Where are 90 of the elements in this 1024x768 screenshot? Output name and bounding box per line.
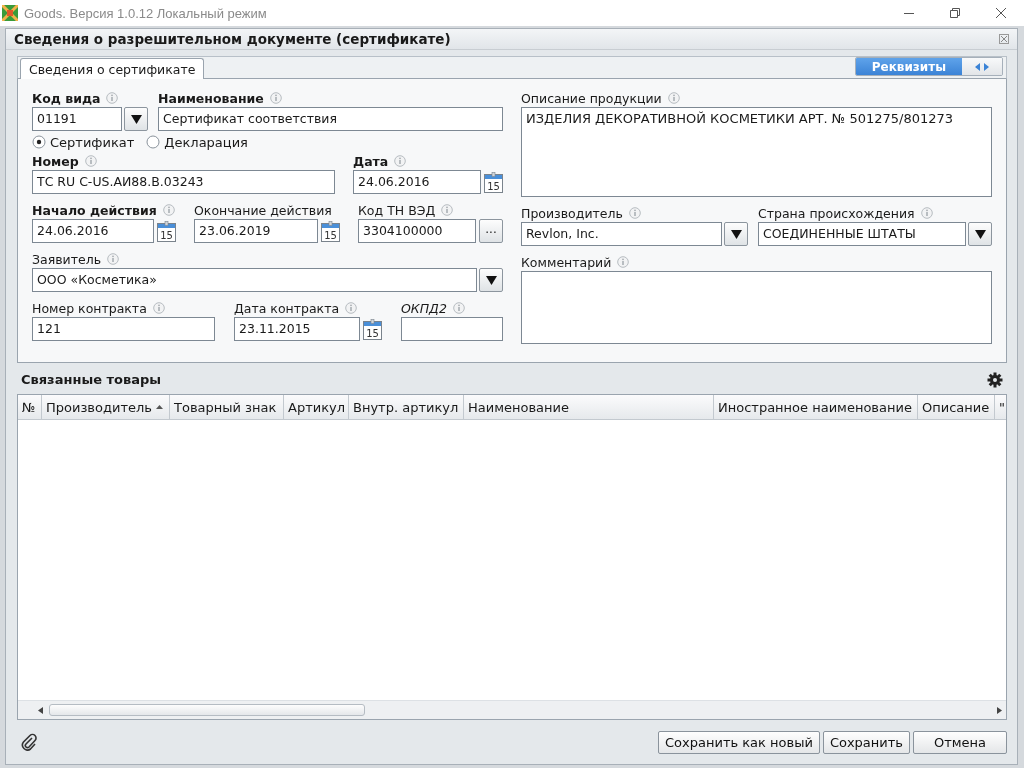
dropdown-arrow-icon — [730, 229, 742, 239]
radio-option[interactable]: Сертификат — [32, 134, 135, 150]
field-label: Наименование — [158, 90, 264, 106]
field-label: Комментарий — [521, 254, 612, 270]
info-icon[interactable] — [152, 302, 165, 314]
close-icon — [996, 8, 1006, 18]
lookup-button[interactable]: ... — [479, 219, 503, 243]
section-title: Связанные товары — [21, 372, 162, 387]
scrollbar-thumb[interactable] — [49, 704, 365, 716]
scroll-right-icon[interactable] — [997, 706, 1002, 714]
info-icon[interactable] — [441, 204, 454, 216]
column-header[interactable]: " — [995, 395, 1006, 419]
column-header[interactable]: № — [18, 395, 42, 419]
input-field[interactable]: 121 — [32, 317, 215, 341]
dropdown-arrow-icon — [974, 229, 986, 239]
close-icon[interactable] — [999, 34, 1009, 44]
field-label: Заявитель — [32, 251, 101, 267]
settings-icon[interactable] — [987, 371, 1003, 388]
field-label: Дата — [353, 153, 389, 169]
calendar-icon[interactable]: 15 — [321, 220, 340, 242]
input-field[interactable]: Revlon, Inc. — [521, 222, 722, 246]
info-icon[interactable] — [269, 92, 282, 104]
field-label: Номер контракта — [32, 300, 147, 316]
info-icon[interactable] — [617, 256, 630, 268]
field-label: Производитель — [521, 205, 623, 221]
input-field[interactable] — [401, 317, 503, 341]
info-icon[interactable] — [394, 155, 407, 167]
radio-icon[interactable] — [32, 135, 46, 149]
info-icon[interactable] — [452, 302, 465, 314]
app-logo-icon — [2, 5, 18, 21]
input-field[interactable]: ООО «Косметика» — [32, 268, 477, 292]
view-toggle-button[interactable] — [962, 58, 1002, 75]
column-header[interactable]: Артикул — [284, 395, 349, 419]
input-field[interactable]: 23.11.2015 — [234, 317, 360, 341]
input-field[interactable]: Сертификат соответствия — [158, 107, 503, 131]
input-field[interactable]: 01191 — [32, 107, 122, 131]
paperclip-icon[interactable] — [21, 733, 37, 751]
app-title: Goods. Версия 1.0.12 Локальный режим — [24, 5, 268, 21]
column-header[interactable]: Описание — [918, 395, 995, 419]
dialog-button[interactable]: Отмена — [913, 730, 1007, 754]
sort-ascending-icon — [155, 405, 163, 409]
calendar-icon[interactable]: 15 — [484, 171, 503, 193]
info-icon[interactable] — [345, 302, 358, 314]
column-header[interactable]: Внутр. артикул — [349, 395, 464, 419]
dropdown-arrow-icon — [130, 114, 142, 124]
dropdown-button[interactable] — [124, 107, 148, 131]
field-label: Описание продукции — [521, 90, 662, 106]
restore-icon — [950, 8, 960, 18]
radio-option[interactable]: Декларация — [146, 134, 248, 150]
column-header[interactable]: Производитель — [42, 395, 170, 419]
calendar-icon[interactable]: 15 — [157, 220, 176, 242]
field-label: Код вида — [32, 90, 101, 106]
dialog-title: Сведения о разрешительном документе (сертификате) — [14, 31, 452, 47]
info-icon[interactable] — [628, 207, 641, 219]
horizontal-scrollbar[interactable] — [18, 700, 1006, 719]
info-icon[interactable] — [920, 207, 933, 219]
column-header[interactable]: Товарный знак — [170, 395, 284, 419]
radio-icon[interactable] — [146, 135, 161, 149]
column-header[interactable]: Наименование — [464, 395, 714, 419]
dropdown-button[interactable] — [479, 268, 503, 292]
text-area[interactable]: ИЗДЕЛИЯ ДЕКОРАТИВНОЙ КОСМЕТИКИ АРТ. № 501275/801273 — [521, 107, 992, 197]
scroll-left-icon[interactable] — [38, 706, 43, 714]
field-label: Код ТН ВЭД — [358, 202, 436, 218]
dropdown-button[interactable] — [968, 222, 992, 246]
input-field[interactable]: СОЕДИНЕННЫЕ ШТАТЫ — [758, 222, 966, 246]
field-label: ОКПД2 — [401, 300, 447, 316]
info-icon[interactable] — [106, 92, 119, 104]
dialog-button[interactable]: Сохранить — [822, 730, 910, 754]
input-field[interactable]: 3304100000 — [358, 219, 476, 243]
text-area[interactable] — [521, 271, 992, 344]
tab[interactable]: Сведения о сертификате — [20, 58, 205, 79]
field-label: Страна происхождения — [758, 205, 915, 221]
dropdown-button[interactable] — [724, 222, 748, 246]
field-label: Начало действия — [32, 202, 157, 218]
input-field[interactable]: 23.06.2019 — [194, 219, 318, 243]
input-field[interactable]: 24.06.2016 — [353, 170, 481, 194]
info-icon[interactable] — [667, 92, 680, 104]
calendar-icon[interactable]: 15 — [363, 318, 382, 340]
info-icon[interactable] — [162, 204, 175, 216]
info-icon[interactable] — [107, 253, 119, 265]
field-label: Номер — [32, 153, 79, 169]
input-field[interactable]: ТС RU С-US.АИ88.В.03243 — [32, 170, 335, 194]
column-header[interactable]: Иностранное наименование — [714, 395, 918, 419]
input-field[interactable]: 24.06.2016 — [32, 219, 154, 243]
left-right-arrows-icon — [975, 62, 989, 71]
dropdown-arrow-icon — [485, 275, 497, 285]
dialog-button[interactable]: Сохранить как новый — [658, 730, 820, 754]
field-label: Дата контракта — [234, 300, 340, 316]
field-label: Окончание действия — [194, 202, 332, 218]
info-icon[interactable] — [84, 155, 97, 167]
